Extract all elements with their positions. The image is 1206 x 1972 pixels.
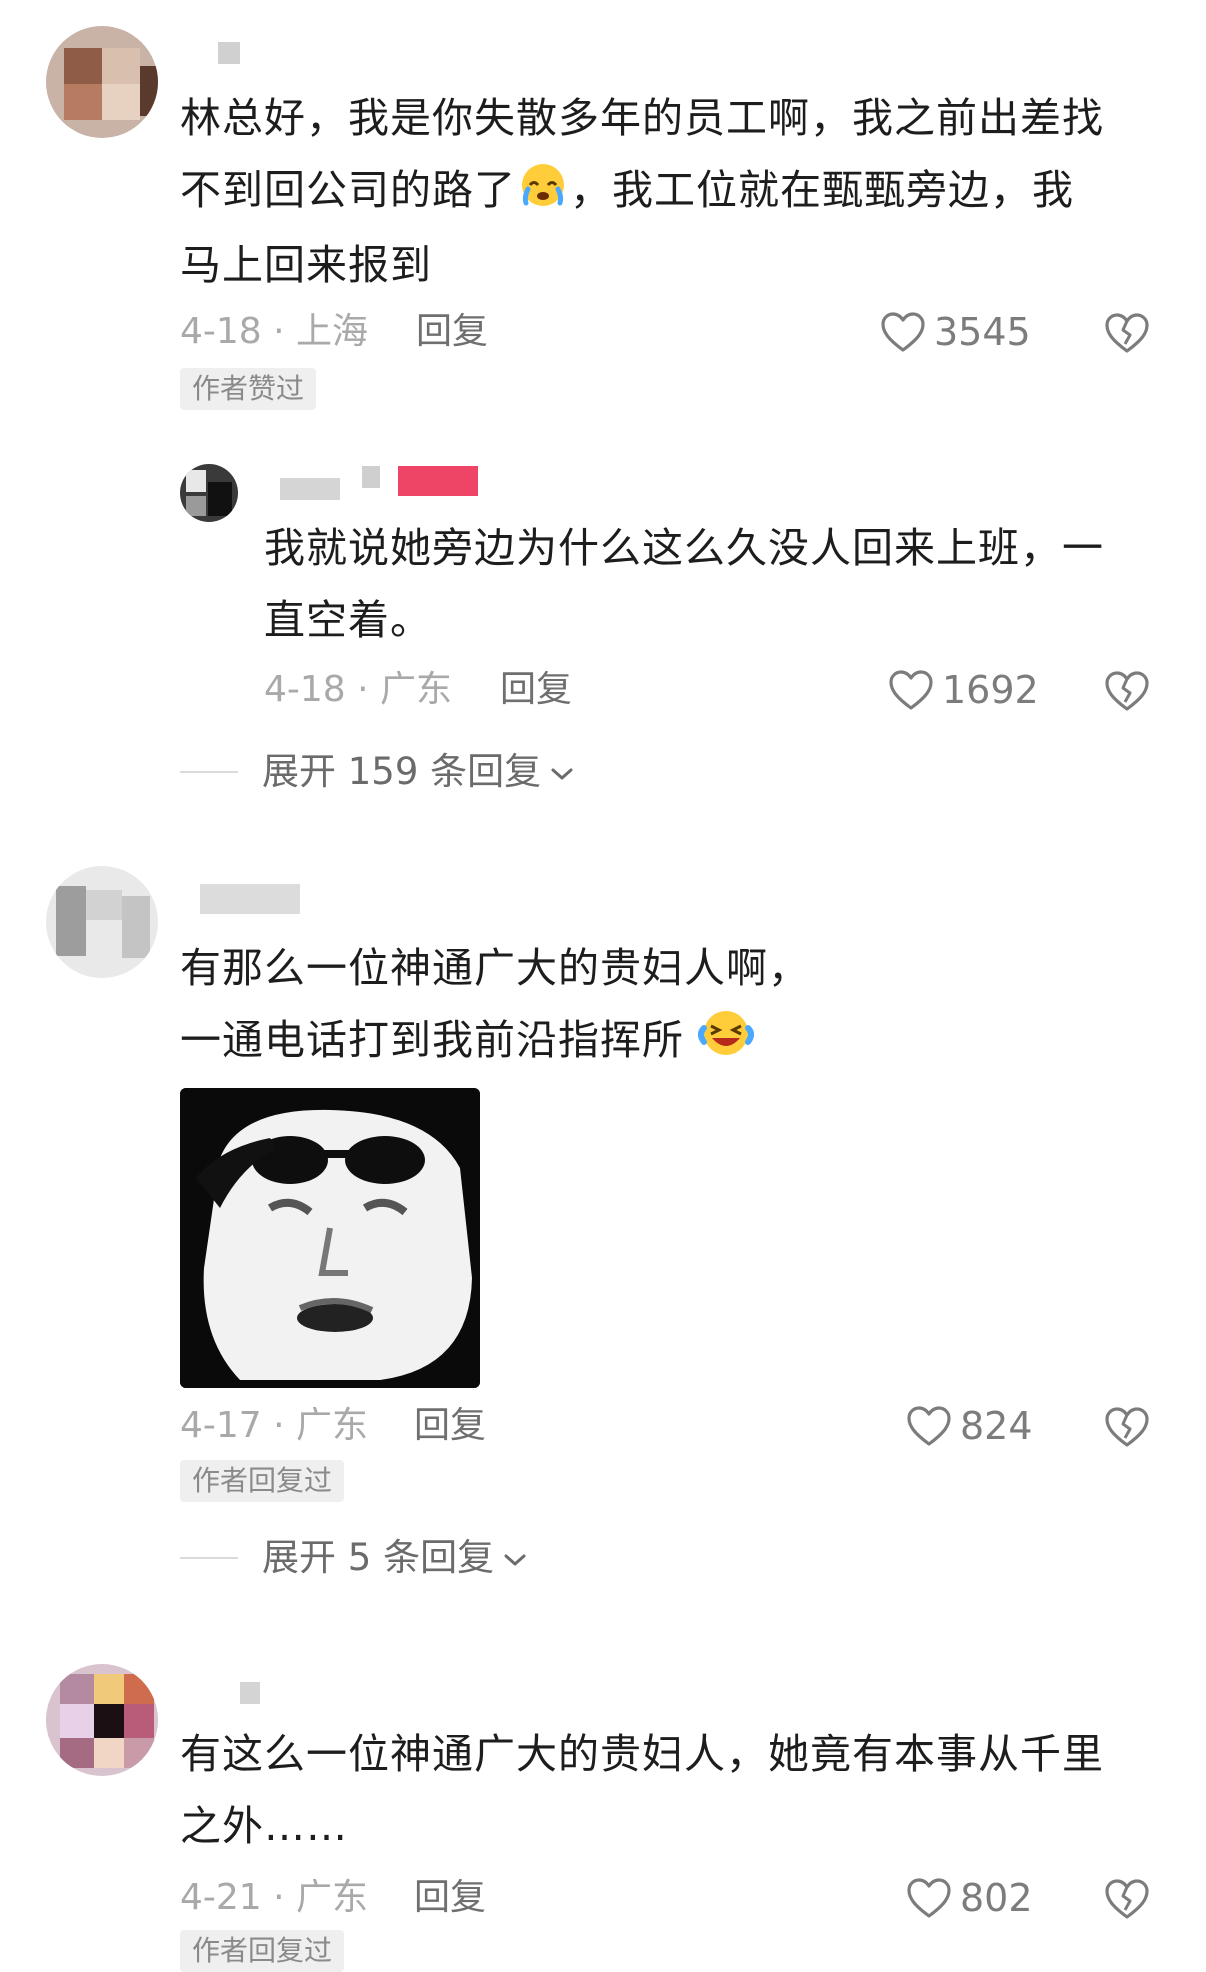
expand-replies-button[interactable]: 展开 5 条回复 xyxy=(180,1536,528,1580)
expand-label: 展开 159 条回复 xyxy=(262,750,542,793)
comment-meta: 4-21 · 广东 xyxy=(180,1877,369,1918)
broken-heart-icon xyxy=(1104,670,1150,712)
like-count: 1692 xyxy=(942,668,1039,712)
dislike-button[interactable] xyxy=(1104,1406,1150,1450)
avatar[interactable] xyxy=(46,866,158,978)
meme-sticker-image[interactable] xyxy=(180,1088,480,1388)
reply-username-blurred[interactable] xyxy=(280,478,340,500)
broken-heart-icon xyxy=(1104,1878,1150,1920)
like-button[interactable]: 802 xyxy=(906,1876,1033,1920)
heart-outline-icon xyxy=(906,1405,952,1447)
reply-button[interactable]: 回复 xyxy=(414,1404,486,1448)
reply-meta: 4-18 · 广东 xyxy=(264,669,453,710)
author-replied-badge: 作者回复过 xyxy=(180,1930,345,1972)
reply-dislike-button[interactable] xyxy=(1104,670,1150,714)
like-count: 3545 xyxy=(934,310,1031,354)
expand-label: 展开 5 条回复 xyxy=(262,1536,495,1579)
reply-reply-button[interactable]: 回复 xyxy=(500,668,572,712)
avatar[interactable] xyxy=(46,26,158,138)
author-liked-badge: 作者赞过 xyxy=(180,368,317,410)
like-count: 824 xyxy=(960,1404,1033,1448)
broken-heart-icon xyxy=(1104,312,1150,354)
laughing-crying-face-icon xyxy=(698,1006,755,1080)
comment-text: 有这么一位神通广大的贵妇人，她竟有本事从千里 之外…… xyxy=(180,1730,1104,1850)
username-blurred[interactable] xyxy=(240,1682,260,1704)
like-count: 802 xyxy=(960,1876,1033,1920)
expand-replies-button[interactable]: 展开 159 条回复 xyxy=(180,750,575,794)
like-button[interactable]: 3545 xyxy=(880,310,1031,354)
expand-divider xyxy=(180,1557,238,1559)
broken-heart-icon xyxy=(1104,1406,1150,1448)
crying-face-icon xyxy=(516,157,570,229)
username-blurred[interactable] xyxy=(200,884,300,914)
dislike-button[interactable] xyxy=(1104,312,1150,356)
comment-text: 有那么一位神通广大的贵妇人啊， 一通电话打到我前沿指挥所 xyxy=(180,932,1160,1080)
comment-meta: 4-17 · 广东 xyxy=(180,1405,369,1446)
expand-divider xyxy=(180,771,238,773)
heart-outline-icon xyxy=(880,311,926,353)
avatar[interactable] xyxy=(46,1664,158,1776)
reply-like-button[interactable]: 1692 xyxy=(888,668,1039,712)
reply-avatar[interactable] xyxy=(180,464,238,522)
reply-button[interactable]: 回复 xyxy=(414,1876,486,1920)
chevron-down-icon xyxy=(502,1536,528,1580)
author-replied-badge: 作者回复过 xyxy=(180,1460,345,1502)
heart-outline-icon xyxy=(906,1877,952,1919)
comment-meta: 4-18 · 上海 xyxy=(180,311,369,352)
reply-user-badge xyxy=(398,466,478,496)
dislike-button[interactable] xyxy=(1104,1878,1150,1922)
heart-outline-icon xyxy=(888,669,934,711)
like-button[interactable]: 824 xyxy=(906,1404,1033,1448)
reply-button[interactable]: 回复 xyxy=(416,310,488,354)
chevron-down-icon xyxy=(549,750,575,794)
username-blurred[interactable] xyxy=(218,42,240,64)
comment-text: 林总好，我是你失散多年的员工啊，我之前出差找 不到回公司的路了 ，我工位就在甄甄… xyxy=(180,94,1104,289)
reply-text: 我就说她旁边为什么这么久没人回来上班，一 直空着。 xyxy=(264,524,1104,644)
reply-username-blurred-2 xyxy=(362,466,380,488)
